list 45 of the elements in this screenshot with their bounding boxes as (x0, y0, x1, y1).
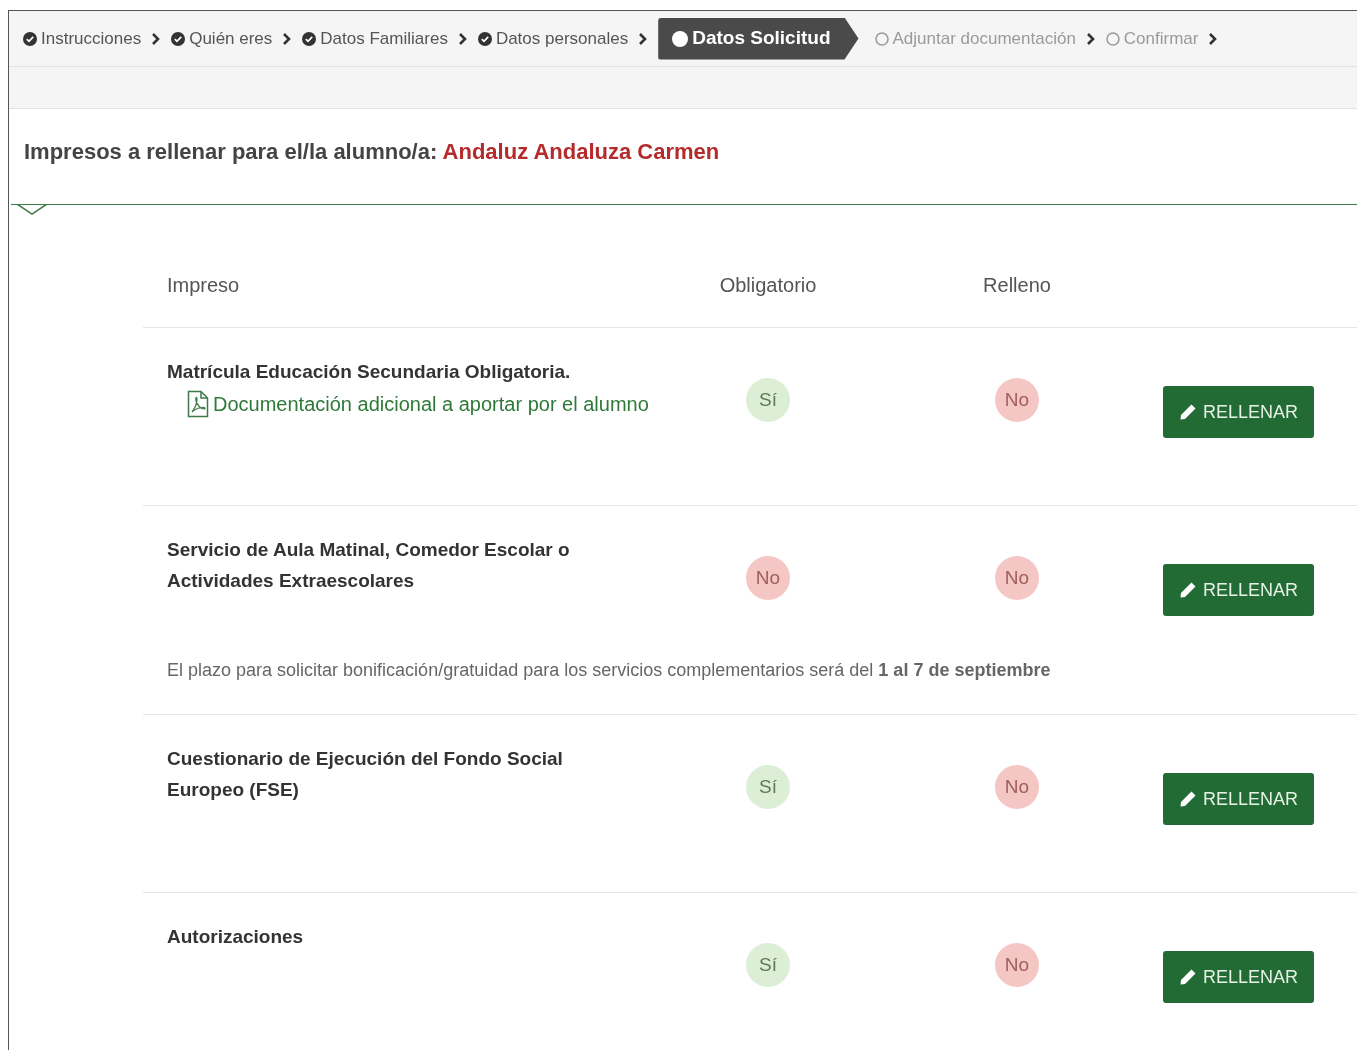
form-name: Servicio de Aula Matinal, Comedor Escolar o Actividades Extraescolares (167, 538, 571, 593)
deadline-note: El plazo para solicitar bonificación/gratuidad para los servicios complementarios será del 1 al 7 de septiembre (167, 660, 1051, 680)
chevron-icon (457, 31, 468, 46)
chevron-icon (1085, 31, 1096, 46)
breadcrumb-step[interactable]: Quién eres (171, 25, 273, 52)
status-badge: No (995, 765, 1039, 809)
chevron-icon (282, 31, 293, 46)
pencil-icon (1179, 581, 1197, 599)
circle-icon (1105, 31, 1120, 46)
form-name: Matrícula Educación Secundaria Obligatoria. (167, 360, 572, 384)
fill-button[interactable]: RELLENAR (1163, 773, 1315, 825)
check-circle-icon (302, 31, 317, 46)
check-circle-icon (171, 31, 186, 46)
chevron-icon (1208, 31, 1219, 46)
breadcrumb-step[interactable]: Datos Familiares (302, 25, 448, 52)
pencil-icon (1179, 790, 1197, 808)
pencil-icon (1179, 403, 1197, 421)
breadcrumb-step[interactable]: Datos Solicitud (658, 17, 859, 60)
page-heading: Impresos a rellenar para el/la alumno/a: Andaluz Andaluza Carmen (24, 138, 721, 166)
fill-button[interactable]: RELLENAR (1163, 386, 1315, 438)
breadcrumb-step[interactable]: Datos personales (477, 25, 629, 52)
status-badge: Sí (746, 943, 790, 987)
status-badge: No (995, 943, 1039, 987)
status-badge: No (995, 378, 1039, 422)
form-name: Cuestionario de Ejecución del Fondo Social Europeo (FSE) (167, 747, 564, 802)
check-circle-icon (23, 31, 37, 46)
document-link[interactable]: Documentación adicional a aportar por el alumno (187, 389, 713, 419)
column-header: Impreso (166, 273, 241, 298)
circle-icon (874, 31, 889, 46)
column-header: Relleno (983, 273, 1051, 298)
breadcrumb-step[interactable]: Instrucciones (23, 25, 142, 52)
pencil-icon (1179, 968, 1197, 986)
fill-button[interactable]: RELLENAR (1163, 564, 1315, 616)
form-name: Autorizaciones (167, 925, 305, 949)
chevron-icon (638, 31, 649, 46)
status-badge: No (995, 556, 1039, 600)
dot-icon (672, 30, 689, 47)
chevron-icon (151, 31, 162, 46)
status-badge: Sí (746, 765, 790, 809)
check-circle-icon (477, 31, 492, 46)
status-badge: Sí (746, 378, 790, 422)
pdf-file-icon (187, 390, 209, 418)
status-badge: No (746, 556, 790, 600)
column-header: Obligatorio (719, 273, 817, 298)
fill-button[interactable]: RELLENAR (1163, 951, 1315, 1003)
